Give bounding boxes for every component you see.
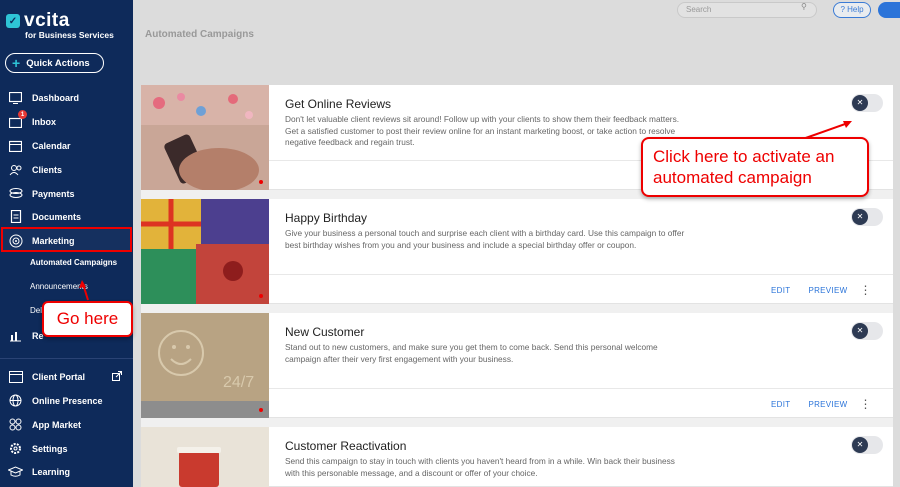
birthday-gifts-icon xyxy=(141,199,269,304)
campaign-description: Send this campaign to stay in touch with… xyxy=(285,456,675,478)
card-actions: EDIT PREVIEW ⋮ xyxy=(771,397,872,411)
documents-icon xyxy=(8,210,23,223)
clients-icon xyxy=(8,163,23,176)
sidebar-item-learning[interactable]: Learning xyxy=(8,465,70,478)
status-dot xyxy=(259,408,263,412)
campaign-title: New Customer xyxy=(285,325,365,339)
sidebar-item-label: Inbox xyxy=(32,116,56,127)
sidebar-item-label: Clients xyxy=(32,164,63,175)
sidebar-item-online-presence[interactable]: Online Presence xyxy=(8,394,103,407)
campaign-description: Give your business a personal touch and … xyxy=(285,228,685,250)
settings-icon xyxy=(8,442,23,455)
topbar: Search ⚲ ? Help xyxy=(133,0,900,20)
campaign-description: Stand out to new customers, and make sur… xyxy=(285,342,658,364)
edit-button[interactable]: EDIT xyxy=(771,400,790,409)
sidebar-item-label: Payments xyxy=(32,188,75,199)
sidebar: ✓ vcita for Business Services + Quick Ac… xyxy=(0,0,133,487)
dashboard-icon xyxy=(8,91,23,104)
sidebar-item-documents[interactable]: Documents xyxy=(8,210,81,223)
campaign-title: Customer Reactivation xyxy=(285,439,407,453)
brand-tagline: for Business Services xyxy=(25,30,114,40)
campaign-thumbnail xyxy=(141,85,269,190)
inbox-icon: 1 xyxy=(8,110,27,128)
user-menu-button[interactable] xyxy=(878,2,900,18)
new-customer-photo-icon: 24/7 xyxy=(141,313,269,418)
sidebar-subitem-deals[interactable]: Del xyxy=(30,306,42,315)
close-icon: ✕ xyxy=(852,95,868,111)
quick-actions-label: Quick Actions xyxy=(26,57,90,69)
vcita-logo-icon: ✓ xyxy=(6,14,20,28)
status-dot xyxy=(259,294,263,298)
reviews-photo-icon xyxy=(141,85,269,190)
campaign-title: Happy Birthday xyxy=(285,211,368,225)
help-label: Help xyxy=(847,5,864,14)
client-portal-icon xyxy=(8,370,23,383)
sidebar-item-label: Learning xyxy=(32,466,71,477)
campaign-card-customer-reactivation: Customer Reactivation Send this campaign… xyxy=(141,427,893,487)
plus-icon: + xyxy=(12,55,21,71)
sidebar-item-dashboard[interactable]: Dashboard xyxy=(8,91,79,104)
sidebar-item-reports[interactable]: Re xyxy=(8,329,44,342)
brand-name: vcita xyxy=(24,10,70,31)
online-presence-icon xyxy=(8,394,23,407)
sidebar-item-settings[interactable]: Settings xyxy=(8,442,68,455)
more-options-icon[interactable]: ⋮ xyxy=(859,397,871,411)
sidebar-item-inbox[interactable]: 1 Inbox xyxy=(8,110,56,128)
campaign-toggle[interactable]: ✕ xyxy=(851,94,883,112)
campaign-thumbnail xyxy=(141,199,269,304)
sidebar-item-clients[interactable]: Clients xyxy=(8,163,62,176)
card-actions: EDIT PREVIEW ⋮ xyxy=(771,283,872,297)
marketing-highlight-box xyxy=(1,227,132,252)
preview-button[interactable]: PREVIEW xyxy=(808,400,847,409)
inbox-badge: 1 xyxy=(18,110,27,119)
campaign-toggle[interactable]: ✕ xyxy=(851,208,883,226)
page-title: Automated Campaigns xyxy=(145,29,254,40)
campaign-card-happy-birthday: Happy Birthday Give your business a pers… xyxy=(141,199,893,304)
learning-icon xyxy=(8,465,23,478)
sidebar-subitem-announcements[interactable]: Announcements xyxy=(30,282,88,291)
calendar-icon xyxy=(8,139,23,152)
preview-button[interactable]: PREVIEW xyxy=(808,286,847,295)
sidebar-item-label: App Market xyxy=(32,419,82,430)
sidebar-divider xyxy=(0,358,133,359)
sidebar-item-client-portal[interactable]: Client Portal xyxy=(8,370,123,383)
campaign-thumbnail xyxy=(141,427,269,487)
campaign-toggle[interactable]: ✕ xyxy=(851,322,883,340)
brand-logo[interactable]: ✓ vcita for Business Services xyxy=(6,10,114,40)
help-button[interactable]: ? Help xyxy=(833,2,871,18)
callout-go-here: Go here xyxy=(42,301,133,337)
edit-button[interactable]: EDIT xyxy=(771,286,790,295)
sidebar-item-label: Settings xyxy=(32,443,68,454)
close-icon: ✕ xyxy=(852,323,868,339)
svg-text:24/7: 24/7 xyxy=(223,374,254,391)
sidebar-subitem-automated-campaigns[interactable]: Automated Campaigns xyxy=(30,258,117,267)
close-icon: ✕ xyxy=(852,437,868,453)
sidebar-item-payments[interactable]: Payments xyxy=(8,187,75,200)
sidebar-item-label: Client Portal xyxy=(32,371,86,382)
sidebar-item-label: Calendar xyxy=(32,140,71,151)
sidebar-item-label: Dashboard xyxy=(32,92,80,103)
sidebar-item-label: Documents xyxy=(32,211,82,222)
quick-actions-button[interactable]: + Quick Actions xyxy=(5,53,104,73)
callout-activate-campaign: Click here to activate an automated camp… xyxy=(641,137,869,197)
campaign-toggle[interactable]: ✕ xyxy=(851,436,883,454)
sidebar-item-app-market[interactable]: App Market xyxy=(8,418,81,431)
app-market-icon xyxy=(8,418,23,431)
external-link-icon xyxy=(112,370,123,383)
status-dot xyxy=(259,180,263,184)
card-divider xyxy=(269,274,893,275)
campaign-description: Don't let valuable client reviews sit ar… xyxy=(285,114,680,147)
more-options-icon[interactable]: ⋮ xyxy=(859,283,871,297)
close-icon: ✕ xyxy=(852,209,868,225)
sidebar-item-label: Online Presence xyxy=(32,395,103,406)
card-divider xyxy=(269,388,893,389)
coffee-cup-photo-icon xyxy=(141,427,269,487)
campaign-card-new-customer: 24/7 New Customer Stand out to new custo… xyxy=(141,313,893,418)
campaign-thumbnail: 24/7 xyxy=(141,313,269,418)
search-input[interactable]: Search xyxy=(677,2,817,18)
campaign-title: Get Online Reviews xyxy=(285,97,392,111)
sidebar-item-calendar[interactable]: Calendar xyxy=(8,139,71,152)
reports-icon xyxy=(8,329,23,342)
payments-icon xyxy=(8,187,23,200)
